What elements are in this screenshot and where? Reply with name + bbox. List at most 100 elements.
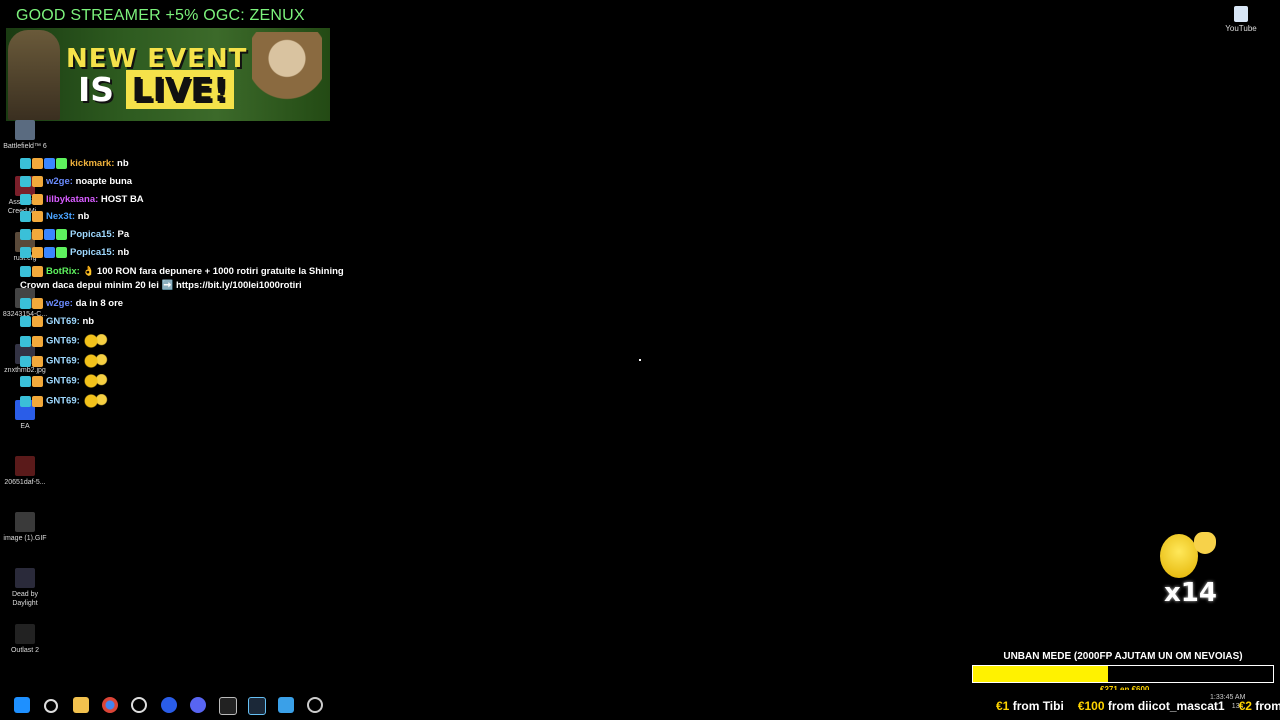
goal-title: UNBAN MEDE (2000FP AJUTAM UN OM NEVOIAS) bbox=[1003, 651, 1243, 662]
discord-icon[interactable] bbox=[190, 697, 206, 713]
badge-icon bbox=[44, 158, 55, 169]
desktop-shortcut-gif[interactable]: image (1).GIF bbox=[0, 512, 50, 543]
chrome-icon[interactable] bbox=[102, 697, 118, 713]
outlast-icon bbox=[15, 624, 35, 644]
ticker-amount: €100 bbox=[1077, 699, 1105, 713]
clock-time: 1:33:45 AM bbox=[1210, 694, 1246, 701]
badge-icon bbox=[32, 247, 43, 258]
clock-date: 13... bbox=[1231, 703, 1246, 710]
clock: 1:33:45 AM 13... bbox=[1210, 693, 1245, 711]
emote-combo: x14 bbox=[1150, 530, 1230, 610]
youtube-label: YouTube bbox=[1225, 24, 1257, 33]
battlefield-icon bbox=[15, 120, 35, 140]
ticker-item: €100 from diicot_mascat1 bbox=[1078, 699, 1225, 713]
chat-username[interactable]: GNT69 bbox=[46, 336, 77, 347]
desktop-shortcut-battlefield[interactable]: Battlefield™ 6 bbox=[0, 120, 50, 151]
chat-text: 👌 100 RON fara depunere + 1000 rotiri gr… bbox=[82, 266, 344, 278]
chat-message: kickmark: nb bbox=[20, 158, 129, 169]
badge-icon bbox=[20, 375, 31, 387]
chat-message: w2ge: da in 8 ore bbox=[20, 298, 123, 309]
chat-username[interactable]: GNT69 bbox=[46, 316, 77, 327]
ea-app-icon[interactable] bbox=[161, 697, 177, 713]
chat-text: noapte buna bbox=[75, 176, 133, 188]
promo-text: GOOD STREAMER +5% OGC: ZENUX bbox=[16, 7, 305, 24]
combo-count: x14 bbox=[1164, 578, 1217, 608]
chat-badges bbox=[20, 194, 43, 205]
wave-emote-icon bbox=[82, 394, 109, 408]
chat-badges bbox=[20, 176, 43, 187]
chat-badges bbox=[20, 158, 67, 169]
desktop-icon-label: 20651daf-5... bbox=[4, 479, 46, 486]
obs-icon[interactable] bbox=[131, 697, 147, 713]
desktop-shortcut-dead-by-daylight[interactable]: Dead by Daylight bbox=[0, 568, 50, 608]
badge-icon bbox=[20, 266, 31, 277]
desktop-shortcut-outlast[interactable]: Outlast 2 bbox=[0, 624, 50, 655]
chat-username[interactable]: Popica15 bbox=[70, 229, 112, 240]
chat-username[interactable]: lilbykatana bbox=[46, 194, 95, 205]
chat-text: nb bbox=[82, 316, 95, 328]
chat-username[interactable]: BotRix bbox=[46, 266, 77, 277]
windows-start-icon[interactable] bbox=[14, 697, 30, 713]
badge-icon bbox=[32, 298, 43, 309]
desktop-icon-label: EA bbox=[20, 423, 30, 430]
chat-message: GNT69: bbox=[20, 354, 109, 368]
chat-username[interactable]: GNT69 bbox=[46, 356, 77, 367]
chat-message: GNT69: nb bbox=[20, 316, 94, 327]
event-banner: NEW EVENT IS LIVE! bbox=[6, 28, 330, 121]
chat-username[interactable]: w2ge bbox=[46, 298, 70, 309]
badge-icon bbox=[56, 229, 67, 240]
chat-badges bbox=[20, 316, 43, 327]
chat-message: lilbykatana: HOST BA bbox=[20, 194, 144, 205]
chat-text: nb bbox=[117, 247, 130, 259]
cursor-dot bbox=[639, 359, 641, 361]
sad-face-emote-icon bbox=[1160, 534, 1198, 578]
badge-icon bbox=[20, 229, 31, 240]
search-icon[interactable] bbox=[44, 699, 58, 713]
wave-emote-icon bbox=[82, 374, 109, 388]
badge-icon bbox=[32, 229, 43, 240]
chat-badges bbox=[20, 266, 43, 277]
banner-line2: IS LIVE! bbox=[78, 70, 234, 109]
recycle-bin-icon bbox=[1234, 6, 1248, 22]
chat-text: Pa bbox=[117, 229, 130, 241]
chat-badges bbox=[20, 395, 43, 407]
badge-icon bbox=[44, 247, 55, 258]
app-notification-icon[interactable] bbox=[307, 697, 323, 713]
chat-username[interactable]: Nex3t bbox=[46, 211, 72, 222]
desktop-icon-label: Dead by Daylight bbox=[11, 591, 39, 607]
goal-progress-bar: 45% bbox=[972, 665, 1274, 683]
folder-icon bbox=[15, 456, 35, 476]
file-explorer-icon[interactable] bbox=[73, 697, 89, 713]
chat-username[interactable]: w2ge bbox=[46, 176, 70, 187]
steam-icon[interactable] bbox=[248, 697, 266, 715]
chat-username[interactable]: Popica15 bbox=[70, 247, 112, 258]
youtube-shortcut[interactable]: YouTube bbox=[1222, 6, 1260, 33]
chat-badges bbox=[20, 355, 43, 367]
chat-badges bbox=[20, 298, 43, 309]
desktop-icon-label: image (1).GIF bbox=[3, 535, 47, 542]
badge-icon bbox=[32, 316, 43, 327]
badge-icon bbox=[32, 395, 43, 407]
gif-icon bbox=[15, 512, 35, 532]
desktop-shortcut-folder[interactable]: 20651daf-5... bbox=[0, 456, 50, 487]
badge-icon bbox=[20, 298, 31, 309]
badge-icon bbox=[20, 355, 31, 367]
chat-username[interactable]: GNT69 bbox=[46, 376, 77, 387]
ticker-text: from Tibi bbox=[1009, 699, 1064, 713]
g-hub-icon[interactable] bbox=[219, 697, 237, 715]
desktop-icon-label: Battlefield™ 6 bbox=[3, 143, 47, 150]
notepad-icon[interactable] bbox=[278, 697, 294, 713]
soldier-image bbox=[8, 30, 60, 120]
badge-icon bbox=[20, 316, 31, 327]
badge-icon bbox=[20, 247, 31, 258]
ticker-amount: €1 bbox=[996, 699, 1010, 713]
chat-badges bbox=[20, 211, 43, 222]
chat-username[interactable]: kickmark bbox=[70, 158, 111, 169]
chat-message: Popica15: Pa bbox=[20, 229, 129, 240]
badge-icon bbox=[32, 176, 43, 187]
viking-image bbox=[252, 32, 322, 120]
chat-message: BotRix: 👌 100 RON fara depunere + 1000 r… bbox=[20, 266, 344, 277]
chat-username[interactable]: GNT69 bbox=[46, 396, 77, 407]
chat-text: da in 8 ore bbox=[75, 298, 124, 310]
chat-message: GNT69: bbox=[20, 374, 109, 388]
